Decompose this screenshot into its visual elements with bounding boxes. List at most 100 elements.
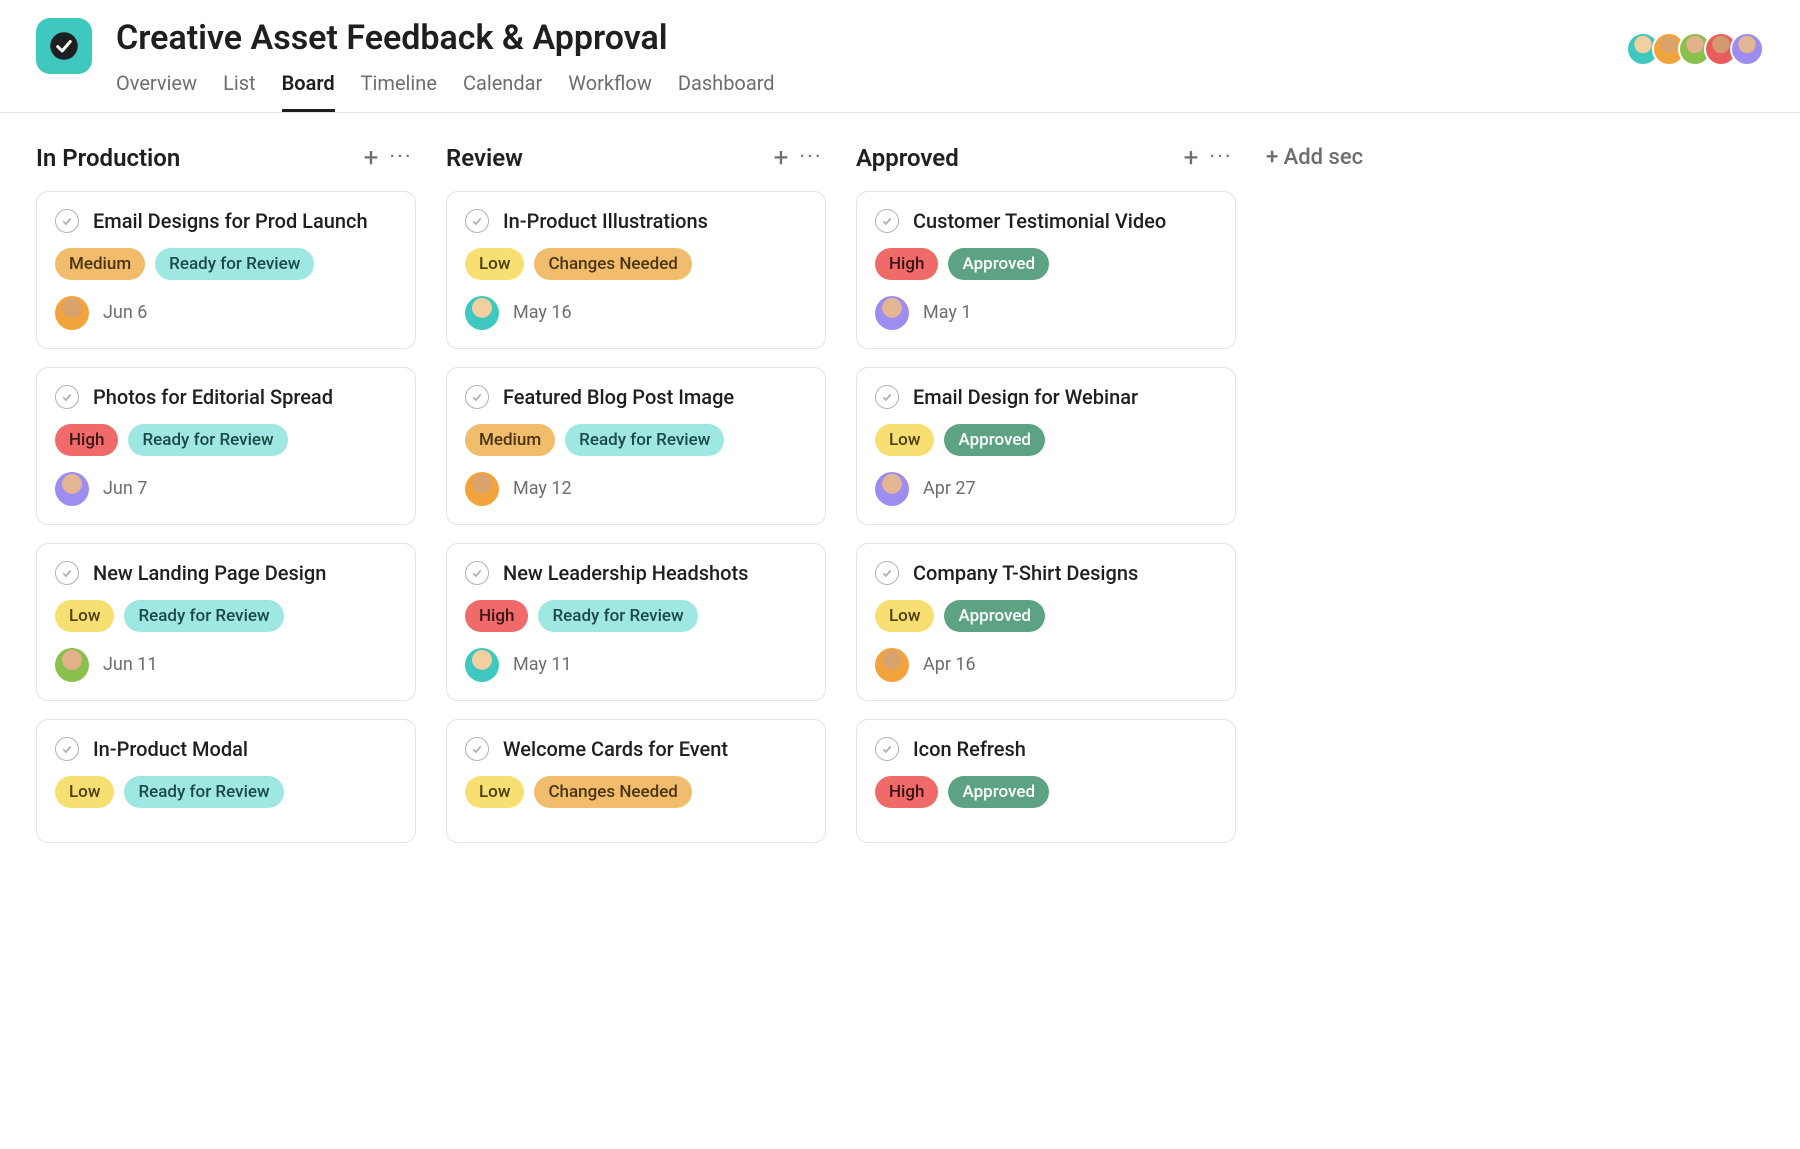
task-card[interactable]: In-Product Modal Low Ready for Review bbox=[36, 719, 416, 843]
task-tag[interactable]: Ready for Review bbox=[124, 600, 283, 632]
task-card[interactable]: In-Product IllustrationsLowChanges Neede… bbox=[446, 191, 826, 349]
assignee-avatar[interactable] bbox=[875, 648, 909, 682]
column-header: Review+··· bbox=[446, 143, 826, 173]
tab-overview[interactable]: Overview bbox=[116, 65, 197, 112]
task-card[interactable]: New Leadership HeadshotsHighReady for Re… bbox=[446, 543, 826, 701]
task-tag[interactable]: Low bbox=[875, 424, 934, 456]
header-main: Creative Asset Feedback & Approval Overv… bbox=[116, 18, 1634, 112]
task-tag[interactable]: Approved bbox=[944, 600, 1045, 632]
task-card[interactable]: Email Design for WebinarLowApprovedApr 2… bbox=[856, 367, 1236, 525]
task-title: Icon Refresh bbox=[913, 736, 1026, 762]
column-more-icon[interactable]: ··· bbox=[386, 143, 416, 173]
due-date: May 11 bbox=[513, 654, 572, 675]
task-tag[interactable]: Approved bbox=[944, 424, 1045, 456]
task-card[interactable]: Icon Refresh High Approved bbox=[856, 719, 1236, 843]
board-column: Approved+···Customer Testimonial VideoHi… bbox=[856, 143, 1236, 861]
tab-calendar[interactable]: Calendar bbox=[463, 65, 542, 112]
add-task-button[interactable]: + bbox=[1176, 143, 1206, 173]
assignee-avatar[interactable] bbox=[55, 648, 89, 682]
add-task-button[interactable]: + bbox=[766, 143, 796, 173]
complete-task-icon[interactable] bbox=[875, 209, 899, 233]
board-column: Review+··· In-Product IllustrationsLowCha… bbox=[446, 143, 826, 861]
project-header: Creative Asset Feedback & Approval Overv… bbox=[0, 0, 1800, 113]
task-tag[interactable]: High bbox=[875, 248, 938, 280]
due-date: May 1 bbox=[923, 302, 971, 323]
assignee-avatar[interactable] bbox=[465, 296, 499, 330]
task-tag[interactable]: Medium bbox=[465, 424, 555, 456]
task-tag[interactable]: High bbox=[55, 424, 118, 456]
due-date: May 12 bbox=[513, 478, 572, 499]
task-tag[interactable]: Changes Needed bbox=[534, 248, 691, 280]
project-members[interactable] bbox=[1634, 32, 1764, 66]
task-card[interactable]: Featured Blog Post Image Medium Ready for … bbox=[446, 367, 826, 525]
project-title: Creative Asset Feedback & Approval bbox=[116, 18, 1634, 59]
task-card[interactable]: New Landing Page Design Low Ready for Revi… bbox=[36, 543, 416, 701]
complete-task-icon[interactable] bbox=[875, 385, 899, 409]
due-date: Jun 7 bbox=[103, 478, 147, 499]
complete-task-icon[interactable] bbox=[465, 561, 489, 585]
complete-task-icon[interactable] bbox=[55, 209, 79, 233]
task-card[interactable]: Company T-Shirt DesignsLowApprovedApr 16 bbox=[856, 543, 1236, 701]
tab-list[interactable]: List bbox=[223, 65, 256, 112]
task-tag[interactable]: High bbox=[875, 776, 938, 808]
assignee-avatar[interactable] bbox=[55, 472, 89, 506]
task-tag[interactable]: Low bbox=[875, 600, 934, 632]
task-tag[interactable]: Low bbox=[465, 248, 524, 280]
task-tag[interactable]: Ready for Review bbox=[128, 424, 287, 456]
complete-task-icon[interactable] bbox=[465, 385, 489, 409]
column-header: In Production+··· bbox=[36, 143, 416, 173]
add-section-button[interactable]: + Add sec bbox=[1266, 143, 1363, 170]
task-title: Welcome Cards for Event bbox=[503, 736, 728, 762]
due-date: Jun 6 bbox=[103, 302, 147, 323]
complete-task-icon[interactable] bbox=[55, 737, 79, 761]
task-tag[interactable]: Ready for Review bbox=[155, 248, 314, 280]
assignee-avatar[interactable] bbox=[465, 472, 499, 506]
complete-task-icon[interactable] bbox=[465, 737, 489, 761]
task-card[interactable]: Photos for Editorial Spread High Ready for… bbox=[36, 367, 416, 525]
task-title: In-Product Modal bbox=[93, 736, 248, 762]
complete-task-icon[interactable] bbox=[55, 385, 79, 409]
task-tag[interactable]: Ready for Review bbox=[538, 600, 697, 632]
column-title[interactable]: In Production bbox=[36, 144, 356, 172]
task-tag[interactable]: Approved bbox=[948, 776, 1049, 808]
tab-dashboard[interactable]: Dashboard bbox=[678, 65, 775, 112]
due-date: Apr 16 bbox=[923, 654, 976, 675]
task-card[interactable]: Welcome Cards for Event Low Changes Needed bbox=[446, 719, 826, 843]
task-tag[interactable]: Low bbox=[55, 600, 114, 632]
complete-task-icon[interactable] bbox=[875, 737, 899, 761]
task-card[interactable]: Email Designs for Prod LaunchMediumReady… bbox=[36, 191, 416, 349]
task-card[interactable]: Customer Testimonial Video High Approved Ma… bbox=[856, 191, 1236, 349]
task-tag[interactable]: Changes Needed bbox=[534, 776, 691, 808]
assignee-avatar[interactable] bbox=[465, 648, 499, 682]
column-title[interactable]: Review bbox=[446, 144, 766, 172]
project-icon bbox=[36, 18, 92, 74]
member-avatar[interactable] bbox=[1730, 32, 1764, 66]
task-tag[interactable]: Low bbox=[55, 776, 114, 808]
assignee-avatar[interactable] bbox=[875, 296, 909, 330]
task-title: Photos for Editorial Spread bbox=[93, 384, 333, 410]
task-tag[interactable]: High bbox=[465, 600, 528, 632]
assignee-avatar[interactable] bbox=[55, 296, 89, 330]
add-task-button[interactable]: + bbox=[356, 143, 386, 173]
task-tag[interactable]: Ready for Review bbox=[565, 424, 724, 456]
complete-task-icon[interactable] bbox=[465, 209, 489, 233]
complete-task-icon[interactable] bbox=[875, 561, 899, 585]
task-title: Customer Testimonial Video bbox=[913, 208, 1166, 234]
project-tabs: Overview List Board Timeline Calendar Workflo… bbox=[116, 65, 1634, 112]
complete-task-icon[interactable] bbox=[55, 561, 79, 585]
checkmark-circle-icon bbox=[49, 31, 79, 61]
tab-workflow[interactable]: Workflow bbox=[568, 65, 652, 112]
tab-timeline[interactable]: Timeline bbox=[361, 65, 437, 112]
task-tag[interactable]: Medium bbox=[55, 248, 145, 280]
task-title: New Landing Page Design bbox=[93, 560, 326, 586]
task-title: Featured Blog Post Image bbox=[503, 384, 734, 410]
column-title[interactable]: Approved bbox=[856, 144, 1176, 172]
assignee-avatar[interactable] bbox=[875, 472, 909, 506]
task-tag[interactable]: Low bbox=[465, 776, 524, 808]
task-tag[interactable]: Approved bbox=[948, 248, 1049, 280]
task-tag[interactable]: Ready for Review bbox=[124, 776, 283, 808]
due-date: Apr 27 bbox=[923, 478, 976, 499]
column-more-icon[interactable]: ··· bbox=[796, 143, 826, 173]
tab-board[interactable]: Board bbox=[282, 65, 335, 112]
column-more-icon[interactable]: ··· bbox=[1206, 143, 1236, 173]
